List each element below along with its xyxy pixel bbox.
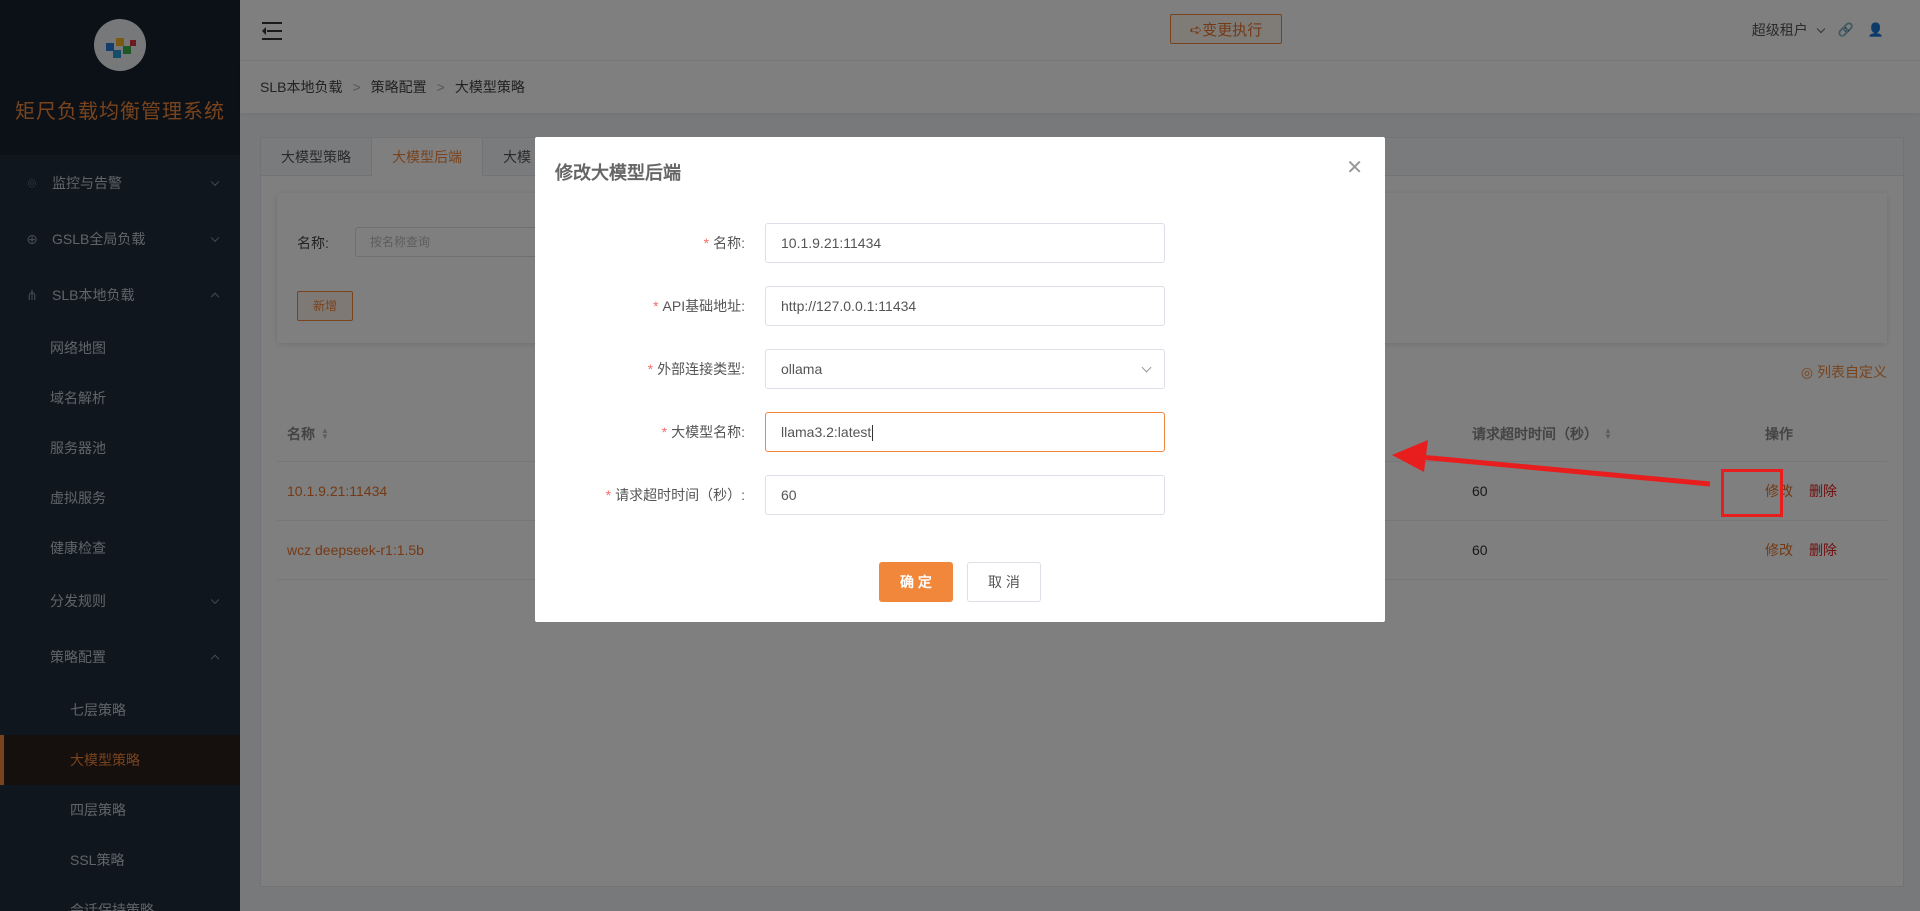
- annotation-arrow-icon: [1392, 440, 1711, 487]
